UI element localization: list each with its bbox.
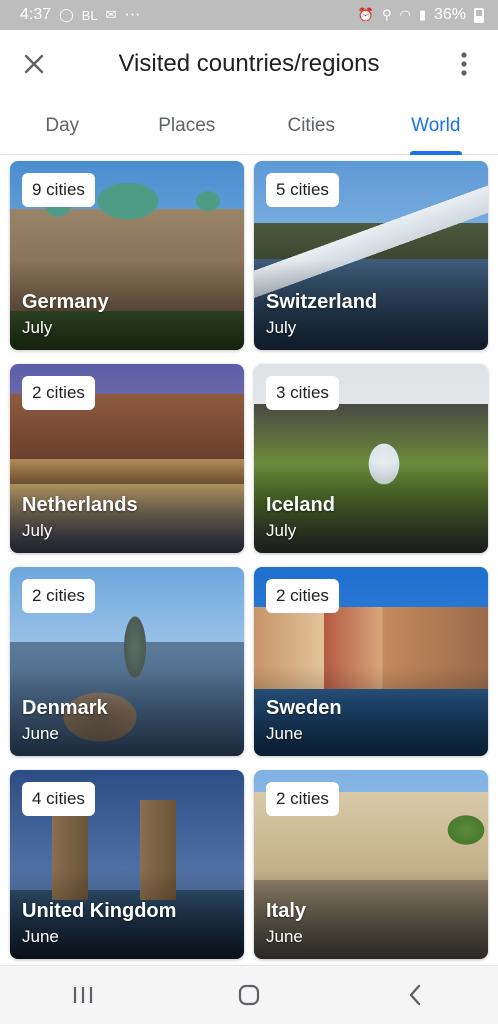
country-card-united-kingdom[interactable]: 4 cities United Kingdom June: [10, 770, 244, 959]
status-bl-label: BL: [82, 8, 98, 23]
city-count-badge: 2 cities: [266, 579, 339, 613]
signal-icon: ▮: [419, 7, 426, 23]
visit-month: June: [266, 724, 303, 744]
visit-month: July: [22, 318, 52, 338]
country-card-sweden[interactable]: 2 cities Sweden June: [254, 567, 488, 756]
country-card-denmark[interactable]: 2 cities Denmark June: [10, 567, 244, 756]
home-button[interactable]: [219, 966, 279, 1024]
country-name: Netherlands: [22, 494, 138, 517]
country-name: Denmark: [22, 697, 108, 720]
alarm-icon: ⏰: [358, 7, 374, 23]
country-name: United Kingdom: [22, 900, 176, 923]
recent-apps-button[interactable]: [53, 966, 113, 1024]
country-card-italy[interactable]: 2 cities Italy June: [254, 770, 488, 959]
visit-month: July: [22, 521, 52, 541]
country-card-switzerland[interactable]: 5 cities Switzerland July: [254, 161, 488, 350]
tab-world[interactable]: World: [374, 98, 498, 154]
visit-month: June: [22, 927, 59, 947]
visit-month: June: [22, 724, 59, 744]
country-name: Italy: [266, 900, 306, 923]
close-icon: [24, 54, 44, 74]
country-name: Germany: [22, 291, 109, 314]
wifi-icon: ◠: [399, 7, 410, 23]
country-name: Iceland: [266, 494, 335, 517]
more-vert-icon: [460, 52, 468, 76]
country-name: Switzerland: [266, 291, 377, 314]
tab-cities[interactable]: Cities: [249, 98, 374, 154]
app-bar: Visited countries/regions: [0, 30, 498, 98]
status-bar: 4:37 ◯ BL ✉ ··· ⏰ ⚲ ◠ ▮ 36%: [0, 0, 498, 30]
city-count-badge: 9 cities: [22, 173, 95, 207]
close-button[interactable]: [0, 30, 68, 98]
system-nav-bar: [0, 965, 498, 1024]
more-options-button[interactable]: [430, 30, 498, 98]
battery-icon: [474, 8, 484, 23]
more-notifications-icon: ···: [125, 6, 141, 24]
country-card-netherlands[interactable]: 2 cities Netherlands July: [10, 364, 244, 553]
city-count-badge: 3 cities: [266, 376, 339, 410]
visit-month: July: [266, 318, 296, 338]
recent-apps-icon: [72, 986, 94, 1004]
city-count-badge: 5 cities: [266, 173, 339, 207]
back-icon: [408, 984, 422, 1006]
page-title: Visited countries/regions: [68, 50, 430, 78]
home-icon: [238, 984, 260, 1006]
country-card-germany[interactable]: 9 cities Germany July: [10, 161, 244, 350]
whatsapp-icon: ◯: [59, 7, 74, 23]
location-icon: ⚲: [382, 7, 392, 23]
countries-grid: 9 cities Germany July 5 cities Switzerla…: [0, 155, 498, 965]
city-count-badge: 2 cities: [266, 782, 339, 816]
city-count-badge: 2 cities: [22, 579, 95, 613]
back-button[interactable]: [385, 966, 445, 1024]
country-card-iceland[interactable]: 3 cities Iceland July: [254, 364, 488, 553]
tab-places[interactable]: Places: [125, 98, 250, 154]
tab-bar: Day Places Cities World: [0, 98, 498, 155]
status-time: 4:37: [20, 6, 51, 24]
city-count-badge: 4 cities: [22, 782, 95, 816]
tab-day[interactable]: Day: [0, 98, 125, 154]
battery-percent: 36%: [434, 6, 466, 24]
visit-month: June: [266, 927, 303, 947]
mail-icon: ✉: [106, 7, 117, 23]
visit-month: July: [266, 521, 296, 541]
city-count-badge: 2 cities: [22, 376, 95, 410]
country-name: Sweden: [266, 697, 342, 720]
